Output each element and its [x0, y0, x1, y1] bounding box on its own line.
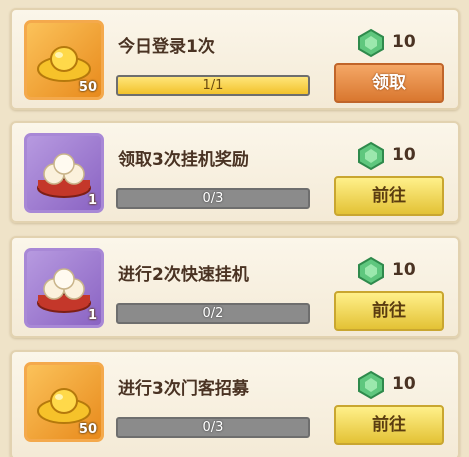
task-row: 1 领取3次挂机奖励 0/3 10 前往 [10, 121, 460, 223]
goto-button[interactable]: 前往 [334, 291, 444, 331]
green-gem-icon [358, 256, 384, 286]
gem-reward: 10 [356, 370, 436, 400]
daily-task-list: 50 今日登录1次 1/1 10 领取 1 领取3次挂机奖励 0/3 10 前往… [0, 0, 469, 457]
gem-amount: 10 [392, 374, 416, 394]
task-title: 今日登录1次 [118, 37, 215, 57]
progress-text: 0/3 [202, 420, 224, 435]
task-row: 50 今日登录1次 1/1 10 领取 [10, 8, 460, 110]
reward-slot[interactable]: 50 [24, 362, 104, 442]
reward-count: 50 [78, 80, 97, 95]
gem-amount: 10 [392, 260, 416, 280]
task-row: 50 进行3次门客招募 0/3 10 前往 [10, 350, 460, 457]
steamed-buns-icon [37, 153, 91, 198]
reward-slot[interactable]: 50 [24, 20, 104, 100]
reward-slot[interactable]: 1 [24, 133, 104, 213]
gem-amount: 10 [392, 32, 416, 52]
gem-reward: 10 [356, 28, 436, 58]
progress-bar: 0/3 [116, 188, 310, 209]
green-gem-icon [358, 28, 384, 58]
progress-text: 1/1 [202, 78, 224, 93]
reward-count: 50 [78, 422, 97, 437]
task-row: 1 进行2次快速挂机 0/2 10 前往 [10, 236, 460, 338]
task-title: 进行2次快速挂机 [118, 265, 249, 285]
task-title: 进行3次门客招募 [118, 379, 249, 399]
gem-reward: 10 [356, 256, 436, 286]
task-title: 领取3次挂机奖励 [118, 150, 249, 170]
reward-slot[interactable]: 1 [24, 248, 104, 328]
goto-button[interactable]: 前往 [334, 176, 444, 216]
progress-bar: 0/3 [116, 417, 310, 438]
green-gem-icon [358, 141, 384, 171]
claim-button[interactable]: 领取 [334, 63, 444, 103]
green-gem-icon [358, 370, 384, 400]
gem-amount: 10 [392, 145, 416, 165]
reward-count: 1 [87, 308, 97, 323]
progress-bar: 1/1 [116, 75, 310, 96]
goto-button[interactable]: 前往 [334, 405, 444, 445]
progress-text: 0/3 [202, 191, 224, 206]
progress-text: 0/2 [202, 306, 224, 321]
progress-bar: 0/2 [116, 303, 310, 324]
reward-count: 1 [87, 193, 97, 208]
gem-reward: 10 [356, 141, 436, 171]
steamed-buns-icon [37, 268, 91, 313]
